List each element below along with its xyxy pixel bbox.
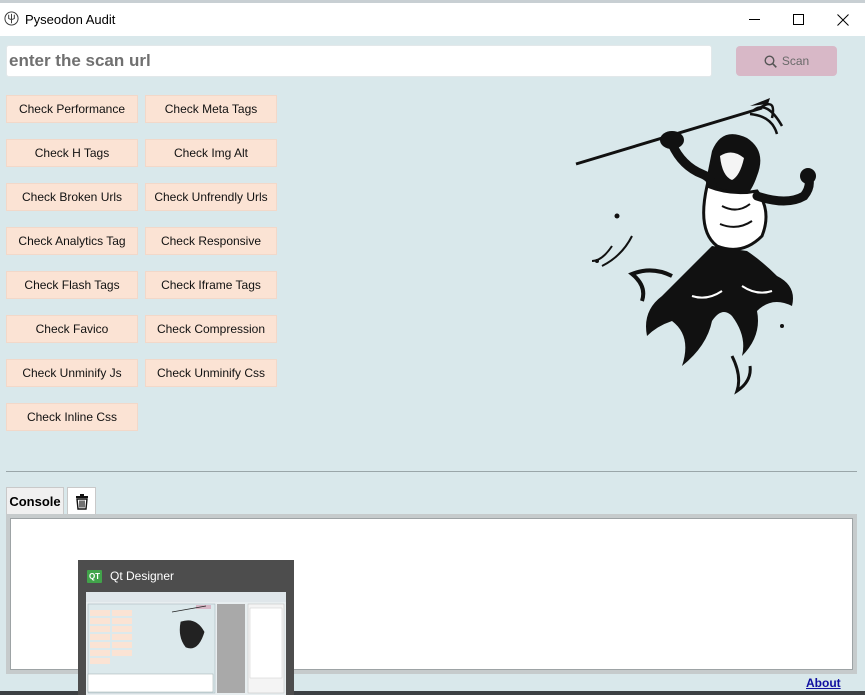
minimize-button[interactable] <box>731 3 777 36</box>
maximize-icon <box>792 14 804 25</box>
check-broken-urls-button[interactable]: Check Broken Urls <box>6 183 138 211</box>
thumbnail-preview[interactable] <box>86 592 286 695</box>
check-unminify-js-button[interactable]: Check Unminify Js <box>6 359 138 387</box>
tab-console[interactable]: Console <box>6 487 64 514</box>
check-inline-css-button[interactable]: Check Inline Css <box>6 403 138 431</box>
check-unfriendly-urls-button[interactable]: Check Unfrendly Urls <box>145 183 277 211</box>
check-meta-tags-button[interactable]: Check Meta Tags <box>145 95 277 123</box>
maximize-button[interactable] <box>775 3 821 36</box>
search-icon <box>764 54 777 68</box>
minimize-icon <box>748 19 760 20</box>
thumbnail-header: QT Qt Designer <box>78 560 294 592</box>
check-iframe-tags-button[interactable]: Check Iframe Tags <box>145 271 277 299</box>
window-title: Pyseodon Audit <box>25 12 116 27</box>
qt-designer-taskbar-thumbnail[interactable]: QT Qt Designer <box>78 560 294 695</box>
about-link[interactable]: About <box>806 676 841 690</box>
check-favico-button[interactable]: Check Favico <box>6 315 138 343</box>
section-divider <box>6 471 857 472</box>
trash-icon <box>75 494 88 510</box>
check-flash-tags-button[interactable]: Check Flash Tags <box>6 271 138 299</box>
check-responsive-button[interactable]: Check Responsive <box>145 227 277 255</box>
title-bar[interactable]: Pyseodon Audit <box>0 3 865 36</box>
check-performance-button[interactable]: Check Performance <box>6 95 138 123</box>
check-analytics-tag-button[interactable]: Check Analytics Tag <box>6 227 138 255</box>
app-logo-icon <box>4 11 19 26</box>
check-img-alt-button[interactable]: Check Img Alt <box>145 139 277 167</box>
poseidon-illustration <box>575 98 816 395</box>
clear-console-button[interactable] <box>67 487 96 514</box>
scan-button-label: Scan <box>781 54 810 68</box>
thumbnail-preview-image <box>86 592 286 695</box>
check-unminify-css-button[interactable]: Check Unminify Css <box>145 359 277 387</box>
check-h-tags-button[interactable]: Check H Tags <box>6 139 138 167</box>
close-icon <box>837 13 849 26</box>
qt-logo-icon: QT <box>87 570 102 583</box>
scan-button[interactable]: Scan <box>736 46 837 76</box>
thumbnail-title: Qt Designer <box>110 569 175 583</box>
main-window: Pyseodon Audit Scan Check Performance Ch… <box>0 0 865 695</box>
scan-url-input[interactable] <box>6 45 712 77</box>
close-button[interactable] <box>820 3 865 36</box>
check-compression-button[interactable]: Check Compression <box>145 315 277 343</box>
